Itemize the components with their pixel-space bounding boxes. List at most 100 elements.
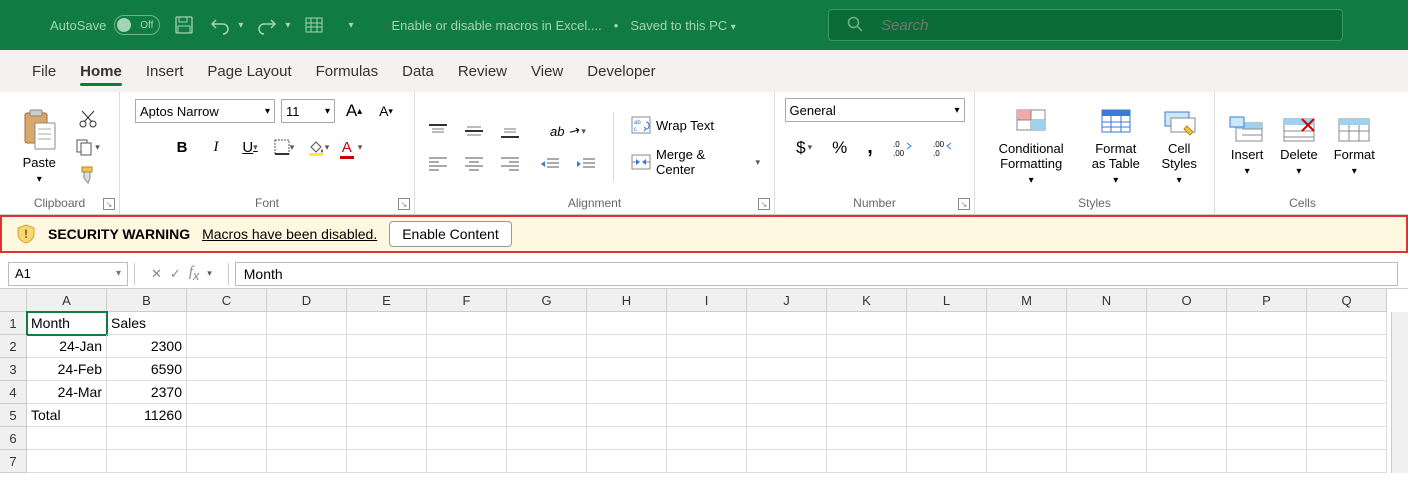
merge-center-button[interactable]: Merge & Center▾ <box>628 145 764 179</box>
cell[interactable] <box>267 381 347 404</box>
orientation-icon[interactable]: ab↗▾ <box>546 121 590 141</box>
undo-icon[interactable] <box>208 13 232 37</box>
cell[interactable] <box>507 404 587 427</box>
cell[interactable] <box>187 358 267 381</box>
cell[interactable] <box>267 450 347 473</box>
cell[interactable] <box>827 427 907 450</box>
column-header[interactable]: K <box>827 289 907 312</box>
row-header[interactable]: 3 <box>0 358 27 381</box>
cell[interactable] <box>187 335 267 358</box>
alignment-dialog-launcher[interactable]: ↘ <box>758 198 770 210</box>
tab-view[interactable]: View <box>519 55 575 88</box>
cell[interactable] <box>667 358 747 381</box>
percent-icon[interactable]: % <box>828 136 851 160</box>
decrease-decimal-icon[interactable]: .00.0 <box>929 137 957 159</box>
cell[interactable] <box>587 450 667 473</box>
cell[interactable] <box>27 450 107 473</box>
paste-button[interactable]: Paste ▾ <box>15 107 63 187</box>
decrease-indent-icon[interactable] <box>537 155 563 173</box>
cell[interactable] <box>507 312 587 335</box>
tab-insert[interactable]: Insert <box>134 55 196 88</box>
cell[interactable] <box>267 312 347 335</box>
column-header[interactable]: E <box>347 289 427 312</box>
cell[interactable] <box>667 312 747 335</box>
decrease-font-icon[interactable]: A▾ <box>373 98 399 124</box>
cell[interactable] <box>187 450 267 473</box>
redo-icon[interactable] <box>255 13 279 37</box>
search-box[interactable] <box>828 9 1343 41</box>
column-header[interactable]: N <box>1067 289 1147 312</box>
cell[interactable] <box>187 381 267 404</box>
cell[interactable] <box>507 450 587 473</box>
cell[interactable] <box>507 358 587 381</box>
cut-icon[interactable] <box>75 108 101 130</box>
insert-function-icon[interactable]: fx <box>187 264 201 283</box>
cell[interactable] <box>187 312 267 335</box>
cell[interactable] <box>347 358 427 381</box>
cell[interactable] <box>1307 335 1387 358</box>
cell[interactable] <box>1227 335 1307 358</box>
cell[interactable]: 24-Feb <box>27 358 107 381</box>
cell[interactable] <box>907 312 987 335</box>
cell[interactable] <box>1147 335 1227 358</box>
cell[interactable] <box>587 312 667 335</box>
cell[interactable] <box>587 404 667 427</box>
format-button[interactable]: Format▾ <box>1328 115 1381 179</box>
cell[interactable] <box>587 335 667 358</box>
cell[interactable] <box>507 381 587 404</box>
select-all-corner[interactable] <box>0 289 27 312</box>
bold-button[interactable]: B <box>169 134 195 160</box>
cell[interactable] <box>987 427 1067 450</box>
cell[interactable] <box>907 358 987 381</box>
column-header[interactable]: I <box>667 289 747 312</box>
warning-message[interactable]: Macros have been disabled. <box>202 226 377 242</box>
align-bottom-icon[interactable] <box>497 122 523 140</box>
cell[interactable] <box>1307 404 1387 427</box>
cell[interactable] <box>747 335 827 358</box>
cell[interactable]: Total <box>27 404 107 427</box>
cell[interactable] <box>1307 450 1387 473</box>
column-header[interactable]: P <box>1227 289 1307 312</box>
cell[interactable] <box>1147 358 1227 381</box>
tab-review[interactable]: Review <box>446 55 519 88</box>
enable-content-button[interactable]: Enable Content <box>389 221 512 247</box>
number-dialog-launcher[interactable]: ↘ <box>958 198 970 210</box>
cell[interactable] <box>427 335 507 358</box>
cell[interactable] <box>827 404 907 427</box>
cell[interactable] <box>187 404 267 427</box>
cell[interactable] <box>987 404 1067 427</box>
align-left-icon[interactable] <box>425 154 451 172</box>
fill-color-button[interactable]: ▾ <box>305 134 331 160</box>
tab-developer[interactable]: Developer <box>575 55 667 88</box>
cell[interactable] <box>1147 427 1227 450</box>
cell[interactable]: 2300 <box>107 335 187 358</box>
underline-button[interactable]: U▾ <box>237 134 263 160</box>
cell[interactable] <box>907 450 987 473</box>
font-color-button[interactable]: A▾ <box>339 134 365 160</box>
cell[interactable] <box>747 450 827 473</box>
cell[interactable] <box>1067 404 1147 427</box>
cell[interactable] <box>747 312 827 335</box>
column-header[interactable]: A <box>27 289 107 312</box>
column-header[interactable]: J <box>747 289 827 312</box>
qat-customize[interactable]: ▾ <box>348 20 353 31</box>
insert-button[interactable]: Insert▾ <box>1224 115 1270 179</box>
cell[interactable] <box>1307 427 1387 450</box>
cell[interactable]: Month <box>27 312 107 335</box>
cell[interactable] <box>1227 404 1307 427</box>
cell[interactable] <box>1067 427 1147 450</box>
cell[interactable] <box>507 427 587 450</box>
vertical-scrollbar[interactable] <box>1391 312 1408 473</box>
cell[interactable]: 2370 <box>107 381 187 404</box>
cell[interactable] <box>667 381 747 404</box>
cell[interactable] <box>907 427 987 450</box>
cancel-formula-icon[interactable]: ✕ <box>149 266 164 282</box>
cell[interactable]: Sales <box>107 312 187 335</box>
cell[interactable] <box>667 335 747 358</box>
cell[interactable] <box>427 427 507 450</box>
cell[interactable] <box>1067 335 1147 358</box>
cell[interactable] <box>987 335 1067 358</box>
cell[interactable] <box>987 358 1067 381</box>
cell[interactable] <box>267 404 347 427</box>
comma-icon[interactable]: , <box>863 134 877 161</box>
